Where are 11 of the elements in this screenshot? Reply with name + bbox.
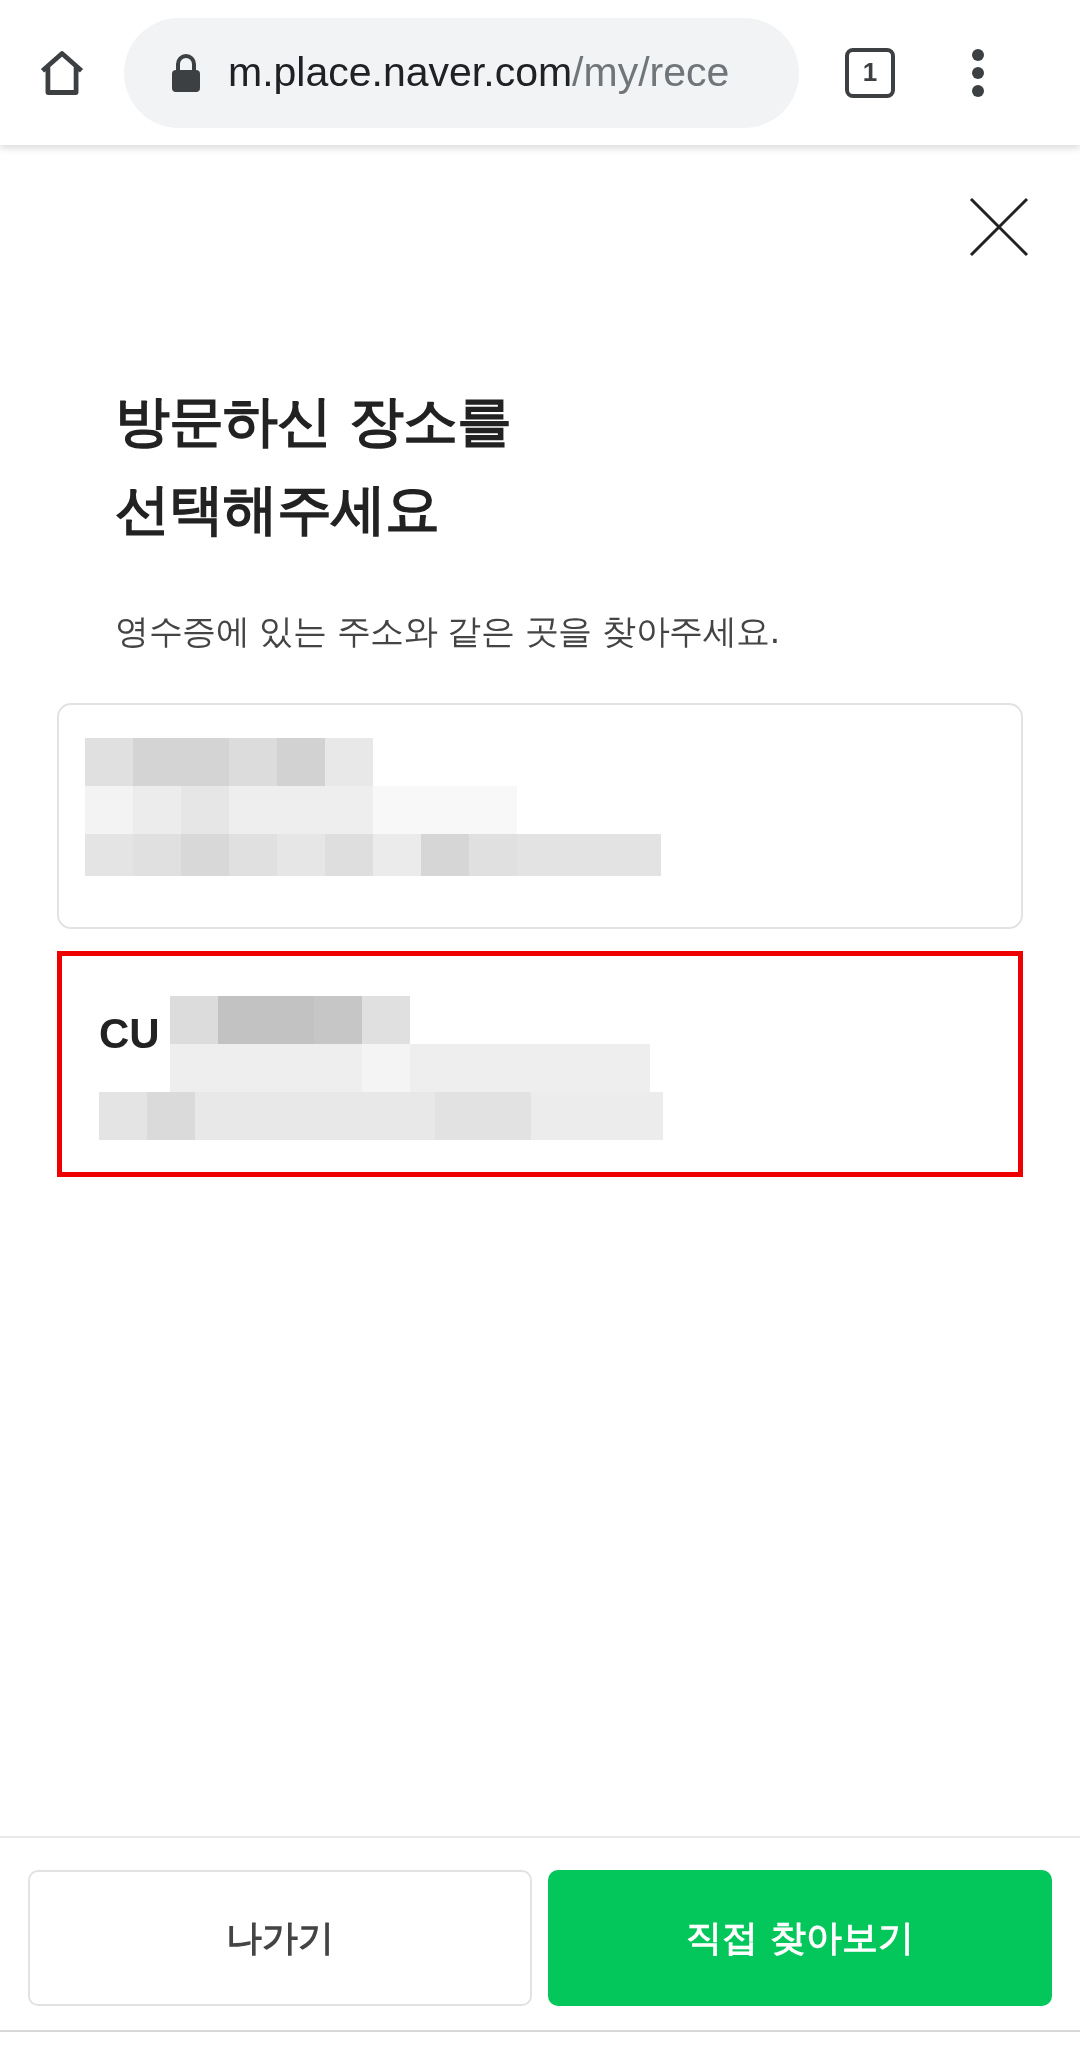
- address-bar[interactable]: m.place.naver.com/my/rece: [124, 17, 799, 128]
- tab-count[interactable]: 1: [845, 47, 895, 98]
- close-icon[interactable]: [969, 197, 1029, 257]
- page-title: 방문하신 장소를 선택해주세요: [115, 388, 513, 543]
- instruction-text: 영수증에 있는 주소와 같은 곳을 찾아주세요.: [115, 610, 781, 653]
- exit-button[interactable]: 나가기: [28, 1870, 532, 2006]
- highlighted-place-card[interactable]: CU: [57, 951, 1023, 1177]
- url-text: m.place.naver.com/my/rece: [228, 49, 730, 96]
- lock-icon: [172, 53, 200, 92]
- place-name: CU: [99, 1009, 160, 1059]
- menu-icon[interactable]: [971, 47, 985, 98]
